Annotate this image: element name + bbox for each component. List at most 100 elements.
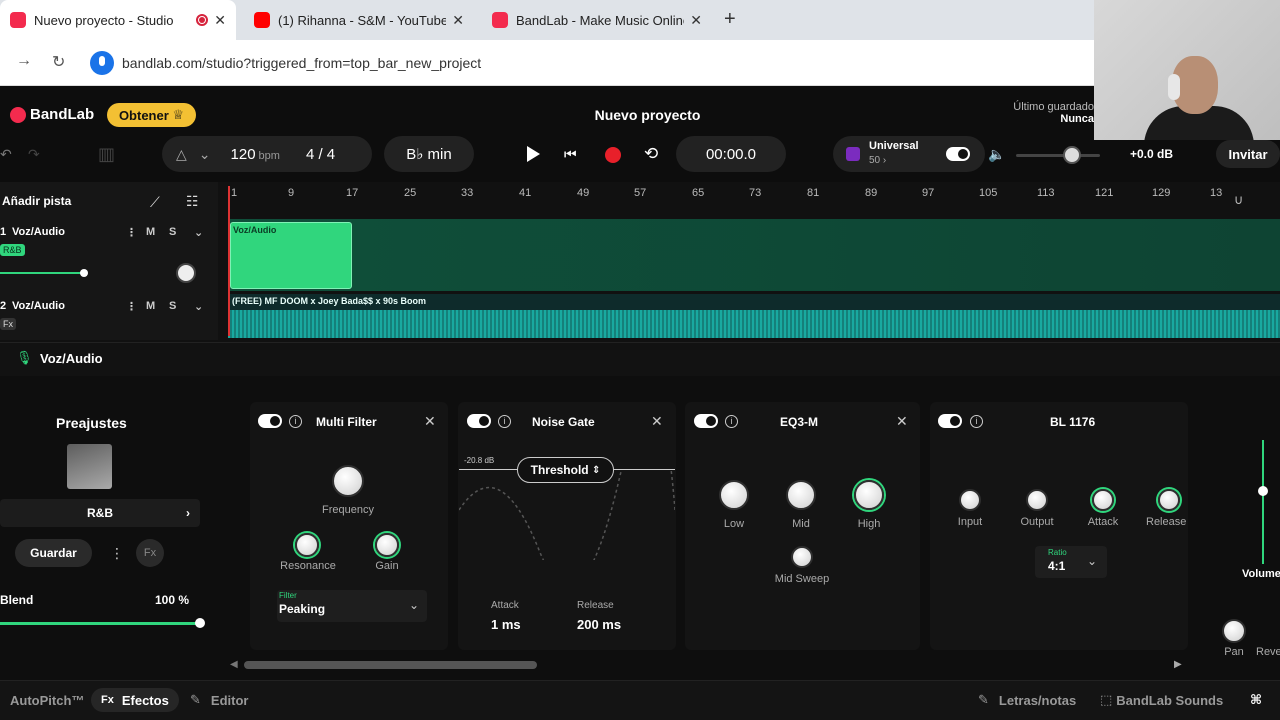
track-1-solo-button[interactable]: S <box>169 226 176 238</box>
blend-slider[interactable] <box>0 622 200 625</box>
timeline-ruler[interactable]: 1 9 17 25 33 41 49 57 65 73 81 89 97 105… <box>222 182 1280 218</box>
track-1-expand-icon[interactable]: ⌄ <box>194 226 203 239</box>
reload-icon[interactable]: ↻ <box>52 52 65 72</box>
play-button[interactable] <box>527 146 540 162</box>
release-value[interactable]: 200 ms <box>577 617 621 632</box>
effects-tab[interactable]: Fx Efectos <box>91 688 179 712</box>
playhead[interactable] <box>228 186 230 336</box>
chevron-down-icon[interactable]: ⌄ <box>199 146 211 163</box>
pan-knob[interactable] <box>1222 619 1246 643</box>
undo-icon[interactable]: ↶ <box>0 146 12 163</box>
fx-bypass-icon[interactable]: Fx <box>136 539 164 567</box>
blend-slider-handle[interactable] <box>195 618 205 628</box>
new-tab-button[interactable]: + <box>724 8 736 31</box>
track-1-volume-slider[interactable] <box>0 272 85 274</box>
track-2-more-icon[interactable]: ⋮ <box>126 300 137 313</box>
attack-value[interactable]: 1 ms <box>491 617 521 632</box>
track-2-mute-button[interactable]: M <box>146 300 155 312</box>
universal-toggle[interactable] <box>946 147 970 161</box>
close-tab-icon[interactable]: ✕ <box>452 12 464 29</box>
more-options-icon[interactable]: ⋮ <box>110 545 124 562</box>
time-signature[interactable]: 4 / 4 <box>306 146 335 163</box>
track-2-fx-badge[interactable]: Fx <box>0 318 16 330</box>
track-2-name[interactable]: Voz/Audio <box>12 300 65 312</box>
frequency-knob[interactable] <box>332 465 364 497</box>
shortcuts-icon[interactable]: ⌘ <box>1250 688 1262 712</box>
gain-knob[interactable] <box>375 533 399 557</box>
noise-gate-toggle[interactable] <box>467 414 491 428</box>
master-volume-handle[interactable] <box>1063 146 1081 164</box>
output-knob[interactable] <box>1026 489 1048 511</box>
add-track-button[interactable]: Añadir pista <box>2 194 71 208</box>
track-1-name[interactable]: Voz/Audio <box>12 226 65 238</box>
track-1-volume-handle[interactable] <box>80 269 88 277</box>
scroll-right-icon[interactable]: ▶ <box>1174 659 1182 670</box>
master-volume-slider[interactable] <box>1016 154 1100 157</box>
attack-knob[interactable] <box>1092 489 1114 511</box>
scroll-left-icon[interactable]: ◀ <box>230 659 238 670</box>
track-1-pan-knob[interactable] <box>176 263 196 283</box>
info-icon[interactable]: i <box>498 415 511 428</box>
high-knob[interactable] <box>854 480 884 510</box>
mid-sweep-knob[interactable] <box>791 546 813 568</box>
close-tab-icon[interactable]: ✕ <box>214 12 226 29</box>
key-selector[interactable]: B♭ min <box>384 136 474 172</box>
piano-icon[interactable]: ▥ <box>98 144 115 165</box>
metronome-icon[interactable]: △ <box>176 146 187 163</box>
info-icon[interactable]: i <box>970 415 983 428</box>
resonance-knob[interactable] <box>295 533 319 557</box>
bandlab-logo[interactable]: BandLab <box>10 106 94 123</box>
preset-selector[interactable]: R&B › <box>0 499 200 527</box>
skip-back-icon[interactable]: ⏮ <box>564 146 577 163</box>
close-tab-icon[interactable]: ✕ <box>690 12 702 29</box>
info-icon[interactable]: i <box>289 415 302 428</box>
forward-icon[interactable]: → <box>16 52 32 70</box>
filter-type-dropdown[interactable]: Filter Peaking ⌄ <box>277 590 427 622</box>
track-1-more-icon[interactable]: ⋮ <box>126 226 137 239</box>
track-1-preset-badge[interactable]: R&B <box>0 244 25 256</box>
editor-tab[interactable]: ✎ Editor <box>190 688 248 712</box>
track-2-waveform[interactable] <box>228 310 1280 338</box>
project-title[interactable]: Nuevo proyecto <box>560 107 735 123</box>
channel-volume-handle[interactable] <box>1258 486 1268 496</box>
ratio-dropdown[interactable]: Ratio 4:1 ⌄ <box>1035 546 1107 578</box>
low-knob[interactable] <box>719 480 749 510</box>
input-knob[interactable] <box>959 489 981 511</box>
save-preset-button[interactable]: Guardar <box>15 539 92 567</box>
universal-pack[interactable]: Universal 50 › <box>833 136 985 172</box>
loop-icon[interactable]: ⟲ <box>644 144 658 164</box>
multi-filter-toggle[interactable] <box>258 414 282 428</box>
mixer-icon[interactable]: ☷ <box>186 193 199 210</box>
track-1-clip[interactable]: Voz/Audio <box>230 222 352 289</box>
redo-icon[interactable]: ↷ <box>28 146 40 163</box>
speaker-icon[interactable]: 🔈 <box>988 146 1005 163</box>
bpm-value[interactable]: 120 bpm <box>231 146 280 163</box>
snap-magnet-icon[interactable]: ∪ <box>1234 192 1244 208</box>
track-1-mute-button[interactable]: M <box>146 226 155 238</box>
tab-bandlab[interactable]: BandLab - Make Music Online ✕ <box>482 0 712 40</box>
track-1-lane[interactable] <box>228 219 1280 291</box>
compressor-toggle[interactable] <box>938 414 962 428</box>
invite-button[interactable]: Invitar <box>1216 140 1280 168</box>
track-2-expand-icon[interactable]: ⌄ <box>194 300 203 313</box>
lyrics-tab[interactable]: ✎ Letras/notas <box>978 688 1076 712</box>
effects-scrollbar[interactable] <box>244 661 537 669</box>
bandlab-sounds-tab[interactable]: ⬚ BandLab Sounds <box>1100 688 1223 712</box>
microphone-icon[interactable] <box>90 51 114 75</box>
close-icon[interactable]: ✕ <box>896 413 908 430</box>
url-field[interactable]: bandlab.com/studio?triggered_from=top_ba… <box>122 55 481 71</box>
automation-icon[interactable]: ⟋ <box>150 194 160 211</box>
release-knob[interactable] <box>1158 489 1180 511</box>
mid-knob[interactable] <box>786 480 816 510</box>
threshold-control[interactable]: Threshold ⇕ <box>517 457 614 483</box>
close-icon[interactable]: ✕ <box>424 413 436 430</box>
autopitch-tab[interactable]: AutoPitch™ <box>10 688 84 712</box>
info-icon[interactable]: i <box>725 415 738 428</box>
tab-youtube[interactable]: (1) Rihanna - S&M - YouTube ✕ <box>244 0 474 40</box>
eq-toggle[interactable] <box>694 414 718 428</box>
get-button[interactable]: Obtener ♕ <box>107 103 196 127</box>
tab-studio[interactable]: Nuevo proyecto - Studio ✕ <box>0 0 236 40</box>
track-2-solo-button[interactable]: S <box>169 300 176 312</box>
record-button[interactable] <box>605 147 621 163</box>
preset-thumbnail[interactable] <box>67 444 112 489</box>
